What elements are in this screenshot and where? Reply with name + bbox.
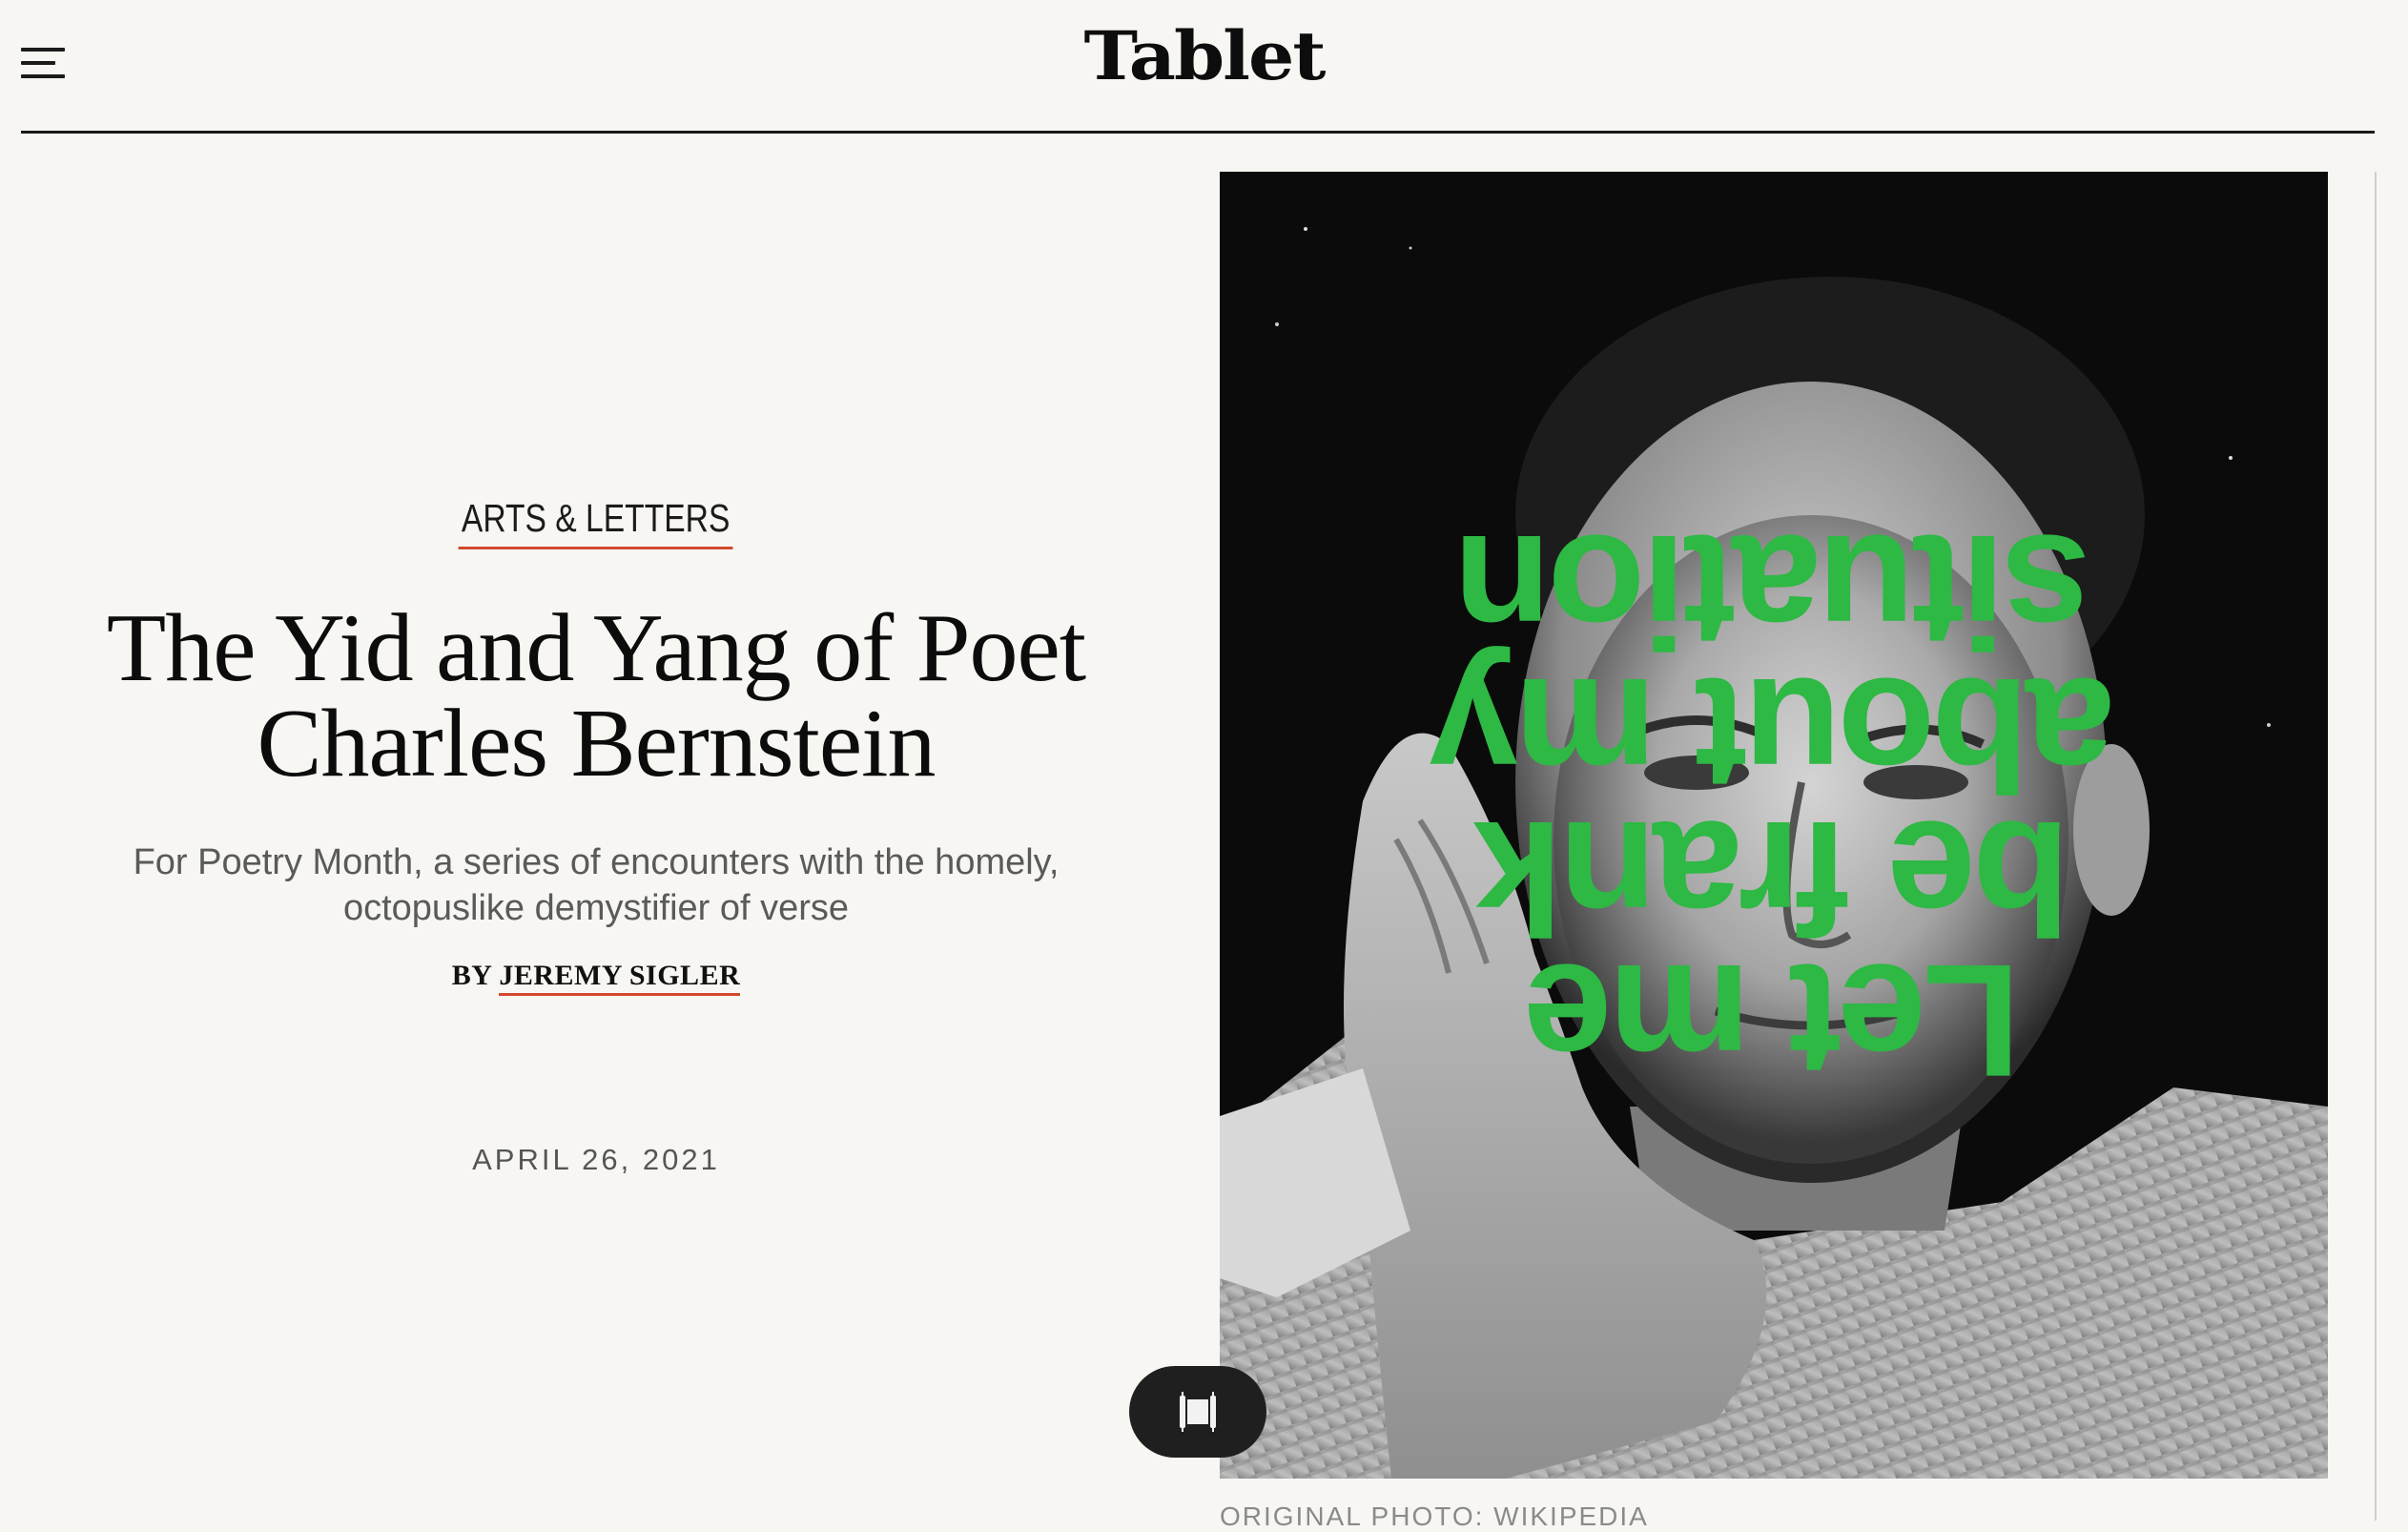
column-divider — [2375, 172, 2377, 1521]
article-dek-line: octopuslike demystifier of verse — [342, 888, 850, 928]
article-header: ARTS & LETTERS The Yid and Yang of Poet … — [57, 496, 1135, 1177]
portrait-photo — [1220, 172, 2328, 1479]
article-title-line: The Yid and Yang of Poet — [106, 594, 1086, 702]
byline: BY JEREMY SIGLER — [57, 960, 1135, 996]
hero-image: Let me be frank about my situation — [1220, 172, 2328, 1479]
floating-scroll-button[interactable] — [1129, 1366, 1266, 1458]
section-kicker-link[interactable]: ARTS & LETTERS — [458, 496, 734, 549]
photo-caption: ORIGINAL PHOTO: WIKIPEDIA — [1220, 1501, 1649, 1531]
site-logo[interactable]: Tablet — [0, 17, 2408, 95]
article-title-line: Charles Bernstein — [257, 690, 936, 797]
article-title: The Yid and Yang of Poet Charles Bernste… — [57, 600, 1135, 793]
article-dek-line: For Poetry Month, a series of encounters… — [133, 842, 1060, 882]
byline-prefix: BY — [451, 960, 492, 991]
author-link[interactable]: JEREMY SIGLER — [499, 960, 741, 996]
site-header: Tablet — [0, 0, 2408, 134]
header-divider — [21, 131, 2375, 134]
scroll-torah-icon — [1180, 1392, 1216, 1432]
article-dek: For Poetry Month, a series of encounters… — [72, 839, 1121, 931]
publish-date: APRIL 26, 2021 — [472, 1143, 720, 1176]
